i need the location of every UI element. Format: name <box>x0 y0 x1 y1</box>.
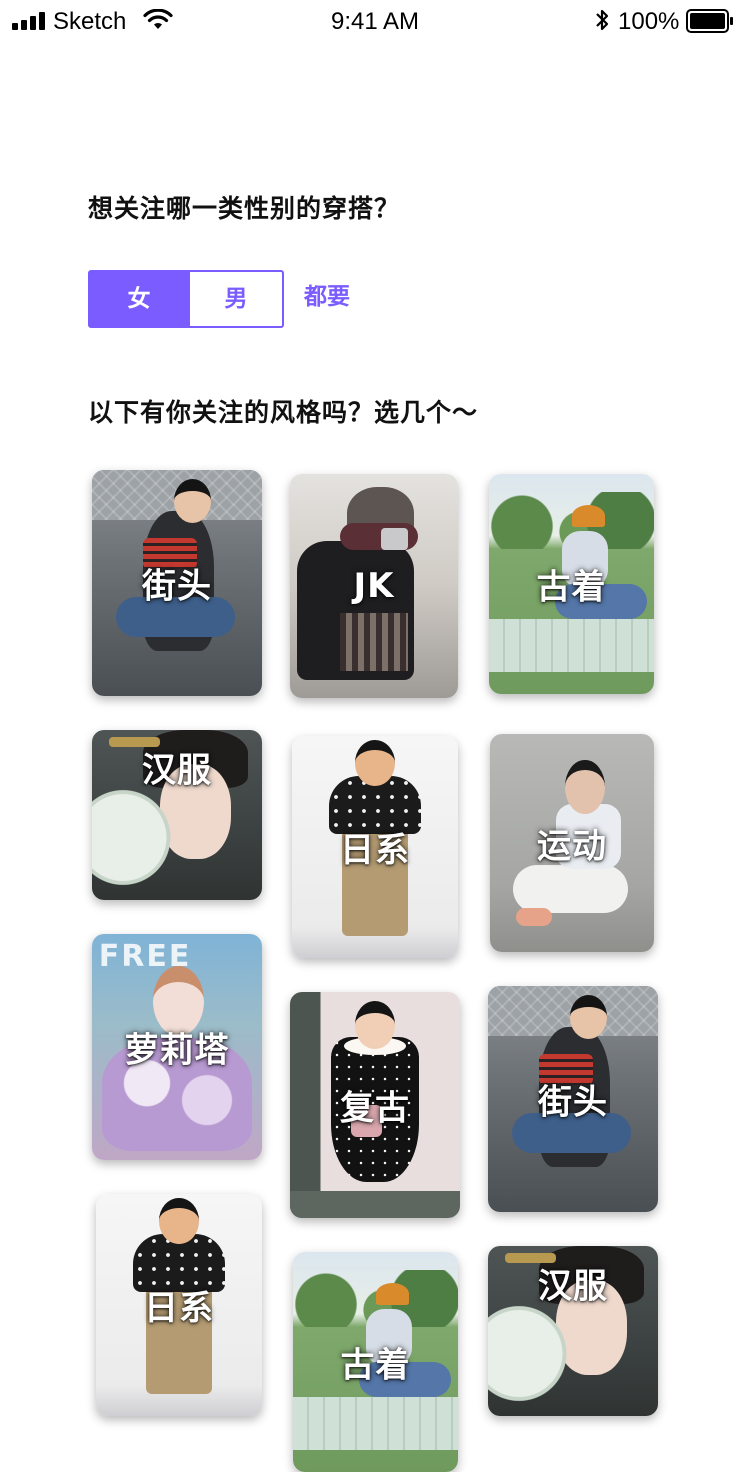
style-card-label: 街头 <box>538 1082 608 1123</box>
style-card-label: 街头 <box>142 566 212 607</box>
style-card-street[interactable]: 街头 <box>92 470 262 696</box>
style-card-hanfu-2[interactable]: 汉服 <box>488 1246 658 1416</box>
style-card-vintage-clothing-2[interactable]: 古着 <box>293 1252 458 1472</box>
style-card-label: JK <box>353 566 395 606</box>
style-card-label: 萝莉塔 <box>124 1030 230 1071</box>
style-card-hanfu[interactable]: 汉服 <box>92 730 262 900</box>
style-card-label: 运动 <box>537 826 607 867</box>
style-card-grid: 街头 JK 古着 汉服 日系 运动 FREE 萝莉塔 复古 街头 日系 古着 汉… <box>0 0 750 1472</box>
style-card-vintage-clothing[interactable]: 古着 <box>489 474 654 694</box>
style-card-label: 日系 <box>144 1288 214 1329</box>
style-card-label: 古着 <box>536 567 607 608</box>
style-card-sport[interactable]: 运动 <box>490 734 654 952</box>
style-card-label: 古着 <box>340 1345 411 1386</box>
free-sign: FREE <box>98 938 192 974</box>
style-card-jk[interactable]: JK <box>290 474 458 698</box>
style-card-label: 复古 <box>340 1088 410 1129</box>
style-card-label: 汉服 <box>142 750 212 791</box>
style-card-street-2[interactable]: 街头 <box>488 986 658 1212</box>
style-card-retro[interactable]: 复古 <box>290 992 460 1218</box>
style-card-lolita[interactable]: FREE 萝莉塔 <box>92 934 262 1160</box>
style-card-japanese[interactable]: 日系 <box>292 736 458 958</box>
style-card-label: 日系 <box>340 830 410 871</box>
style-card-label: 汉服 <box>538 1266 608 1307</box>
style-card-japanese-2[interactable]: 日系 <box>96 1194 262 1416</box>
